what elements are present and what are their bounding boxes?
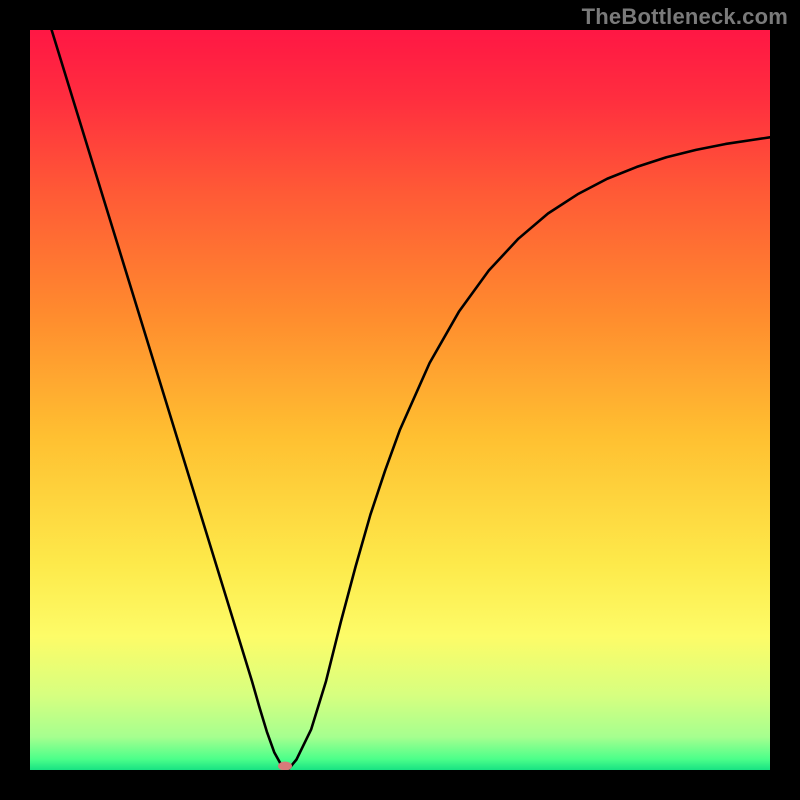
curve-layer xyxy=(30,30,770,770)
optimum-marker xyxy=(278,762,292,770)
bottleneck-curve xyxy=(30,30,770,769)
watermark-text: TheBottleneck.com xyxy=(582,4,788,30)
plot-area xyxy=(30,30,770,770)
chart-frame: TheBottleneck.com xyxy=(0,0,800,800)
